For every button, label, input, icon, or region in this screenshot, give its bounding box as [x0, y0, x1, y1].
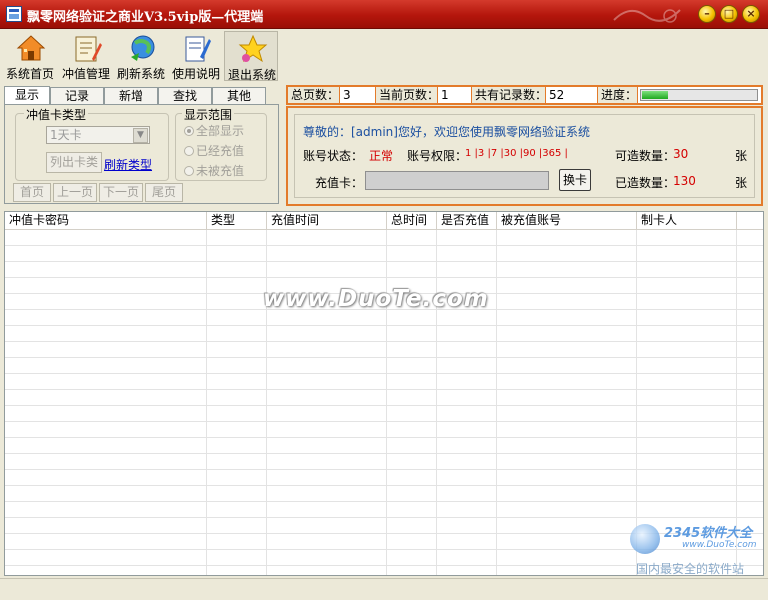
col-is-recharged[interactable]: 是否充值	[437, 212, 497, 229]
prev-page-button[interactable]: 上一页	[53, 183, 97, 202]
grid-divider	[386, 230, 387, 575]
card-type-group-title: 冲值卡类型	[24, 106, 89, 123]
display-tab-panel: 冲值卡类型 1天卡 ▼ 列出卡类 刷新类型 显示范围 全部显示 已经充值 未被充…	[4, 104, 279, 204]
account-status-label: 账号状态：	[303, 149, 364, 163]
refresh-types-link[interactable]: 刷新类型	[104, 156, 152, 173]
current-page-value: 1	[438, 87, 472, 103]
account-status-value: 正常	[369, 149, 394, 163]
last-page-button[interactable]: 尾页	[145, 183, 183, 202]
made-unit: 张	[735, 176, 748, 190]
display-range-group-title: 显示范围	[182, 106, 235, 123]
col-type[interactable]: 类型	[207, 212, 267, 229]
grid-header: 冲值卡密码 类型 充值时间 总时间 是否充值 被充值账号 制卡人	[5, 212, 763, 230]
display-range-group: 显示范围 全部显示 已经充值 未被充值	[175, 106, 267, 181]
available-unit: 张	[735, 149, 748, 163]
exit-button[interactable]: 退出系统	[224, 31, 278, 82]
grid-divider	[206, 230, 207, 575]
home-button[interactable]: 系统首页	[3, 31, 57, 81]
card-type-group: 冲值卡类型 1天卡 ▼ 列出卡类 刷新类型	[15, 106, 169, 181]
col-recharge-time[interactable]: 充值时间	[267, 212, 387, 229]
app-icon	[6, 6, 22, 22]
recharge-icon	[75, 36, 102, 62]
card-input[interactable]	[365, 171, 549, 190]
progress-label: 进度：	[598, 87, 638, 103]
help-icon	[185, 36, 211, 62]
progress-fill	[642, 91, 668, 99]
tab-display[interactable]: 显示	[4, 86, 50, 105]
help-button[interactable]: 使用说明	[169, 31, 223, 81]
recharge-button[interactable]: 冲值管理	[59, 31, 113, 81]
logo-url: www.DuoTe.com	[682, 540, 757, 550]
tab-add[interactable]: 新增	[104, 87, 158, 104]
home-label: 系统首页	[5, 67, 54, 81]
stats-bar: 总页数： 3 当前页数： 1 共有记录数： 52 进度：	[286, 85, 763, 105]
card-type-value: 1天卡	[50, 128, 82, 142]
watermark: www.DuoTe.com	[263, 286, 489, 312]
progress-bar	[640, 89, 758, 101]
account-info-box: 尊敬的：[admin]您好，欢迎您使用飘零网络验证系统 账号状态： 正常 账号权…	[294, 114, 755, 198]
tab-records[interactable]: 记录	[50, 87, 104, 104]
card-type-select[interactable]: 1天卡 ▼	[46, 126, 150, 144]
refresh-label: 刷新系统	[116, 67, 165, 81]
radio-show-all[interactable]: 全部显示	[184, 122, 244, 139]
swap-card-button[interactable]: 换卡	[559, 169, 591, 191]
status-bar	[0, 578, 768, 600]
account-info-panel: 尊敬的：[admin]您好，欢迎您使用飘零网络验证系统 账号状态： 正常 账号权…	[286, 106, 763, 206]
exit-label: 退出系统	[227, 68, 276, 82]
grid-divider	[496, 230, 497, 575]
tab-other[interactable]: 其他	[212, 87, 266, 104]
maximize-button[interactable]: □	[720, 5, 738, 23]
refresh-icon	[131, 35, 155, 61]
available-count-label: 可造数量：	[615, 149, 676, 163]
logo-tagline: 国内最安全的软件站	[636, 562, 745, 576]
total-pages-label: 总页数：	[288, 87, 340, 103]
logo-brand: 2345软件大全	[664, 526, 753, 541]
account-permission-label: 账号权限：	[407, 149, 468, 163]
next-page-button[interactable]: 下一页	[99, 183, 143, 202]
exit-icon	[238, 34, 268, 63]
made-count-label: 已造数量：	[615, 176, 676, 190]
logo-mascot-icon	[630, 524, 660, 554]
col-recharged-account[interactable]: 被充值账号	[497, 212, 637, 229]
current-page-label: 当前页数：	[376, 87, 439, 103]
grid-divider	[266, 230, 267, 575]
list-card-types-button[interactable]: 列出卡类	[46, 152, 102, 173]
col-total-time[interactable]: 总时间	[387, 212, 437, 229]
home-icon	[16, 35, 46, 61]
account-permission-value: 1 |3 |7 |30 |90 |365 |	[465, 148, 568, 159]
refresh-button[interactable]: 刷新系统	[114, 31, 168, 81]
title-decoration	[613, 9, 681, 23]
records-value: 52	[546, 87, 598, 103]
chevron-down-icon[interactable]: ▼	[133, 128, 148, 143]
col-card-maker[interactable]: 制卡人	[637, 212, 737, 229]
help-label: 使用说明	[171, 67, 220, 81]
app-window: 飘零网络验证之商业V3.5vip版—代理端 – □ × 系统首页 冲值管理 刷新…	[0, 0, 768, 600]
grid-divider	[436, 230, 437, 575]
records-label: 共有记录数：	[472, 87, 547, 103]
made-count-value: 130	[673, 174, 696, 188]
title-bar[interactable]: 飘零网络验证之商业V3.5vip版—代理端 – □ ×	[0, 0, 768, 29]
radio-not-recharged[interactable]: 未被充值	[184, 162, 244, 179]
total-pages-value: 3	[340, 87, 376, 103]
toolbar: 系统首页 冲值管理 刷新系统 使用说明 退出系统	[0, 29, 768, 84]
radio-recharged[interactable]: 已经充值	[184, 142, 244, 159]
minimize-button[interactable]: –	[698, 5, 716, 23]
first-page-button[interactable]: 首页	[13, 183, 51, 202]
welcome-message: 尊敬的：[admin]您好，欢迎您使用飘零网络验证系统	[303, 125, 590, 139]
available-count-value: 30	[673, 147, 689, 161]
site-logo: 2345软件大全 www.DuoTe.com 国内最安全的软件站	[628, 520, 766, 580]
col-card-password[interactable]: 冲值卡密码	[5, 212, 207, 229]
window-title: 飘零网络验证之商业V3.5vip版—代理端	[27, 10, 264, 25]
close-button[interactable]: ×	[742, 5, 760, 23]
tab-search[interactable]: 查找	[158, 87, 212, 104]
recharge-label: 冲值管理	[61, 67, 110, 81]
card-label: 充值卡：	[315, 176, 364, 190]
